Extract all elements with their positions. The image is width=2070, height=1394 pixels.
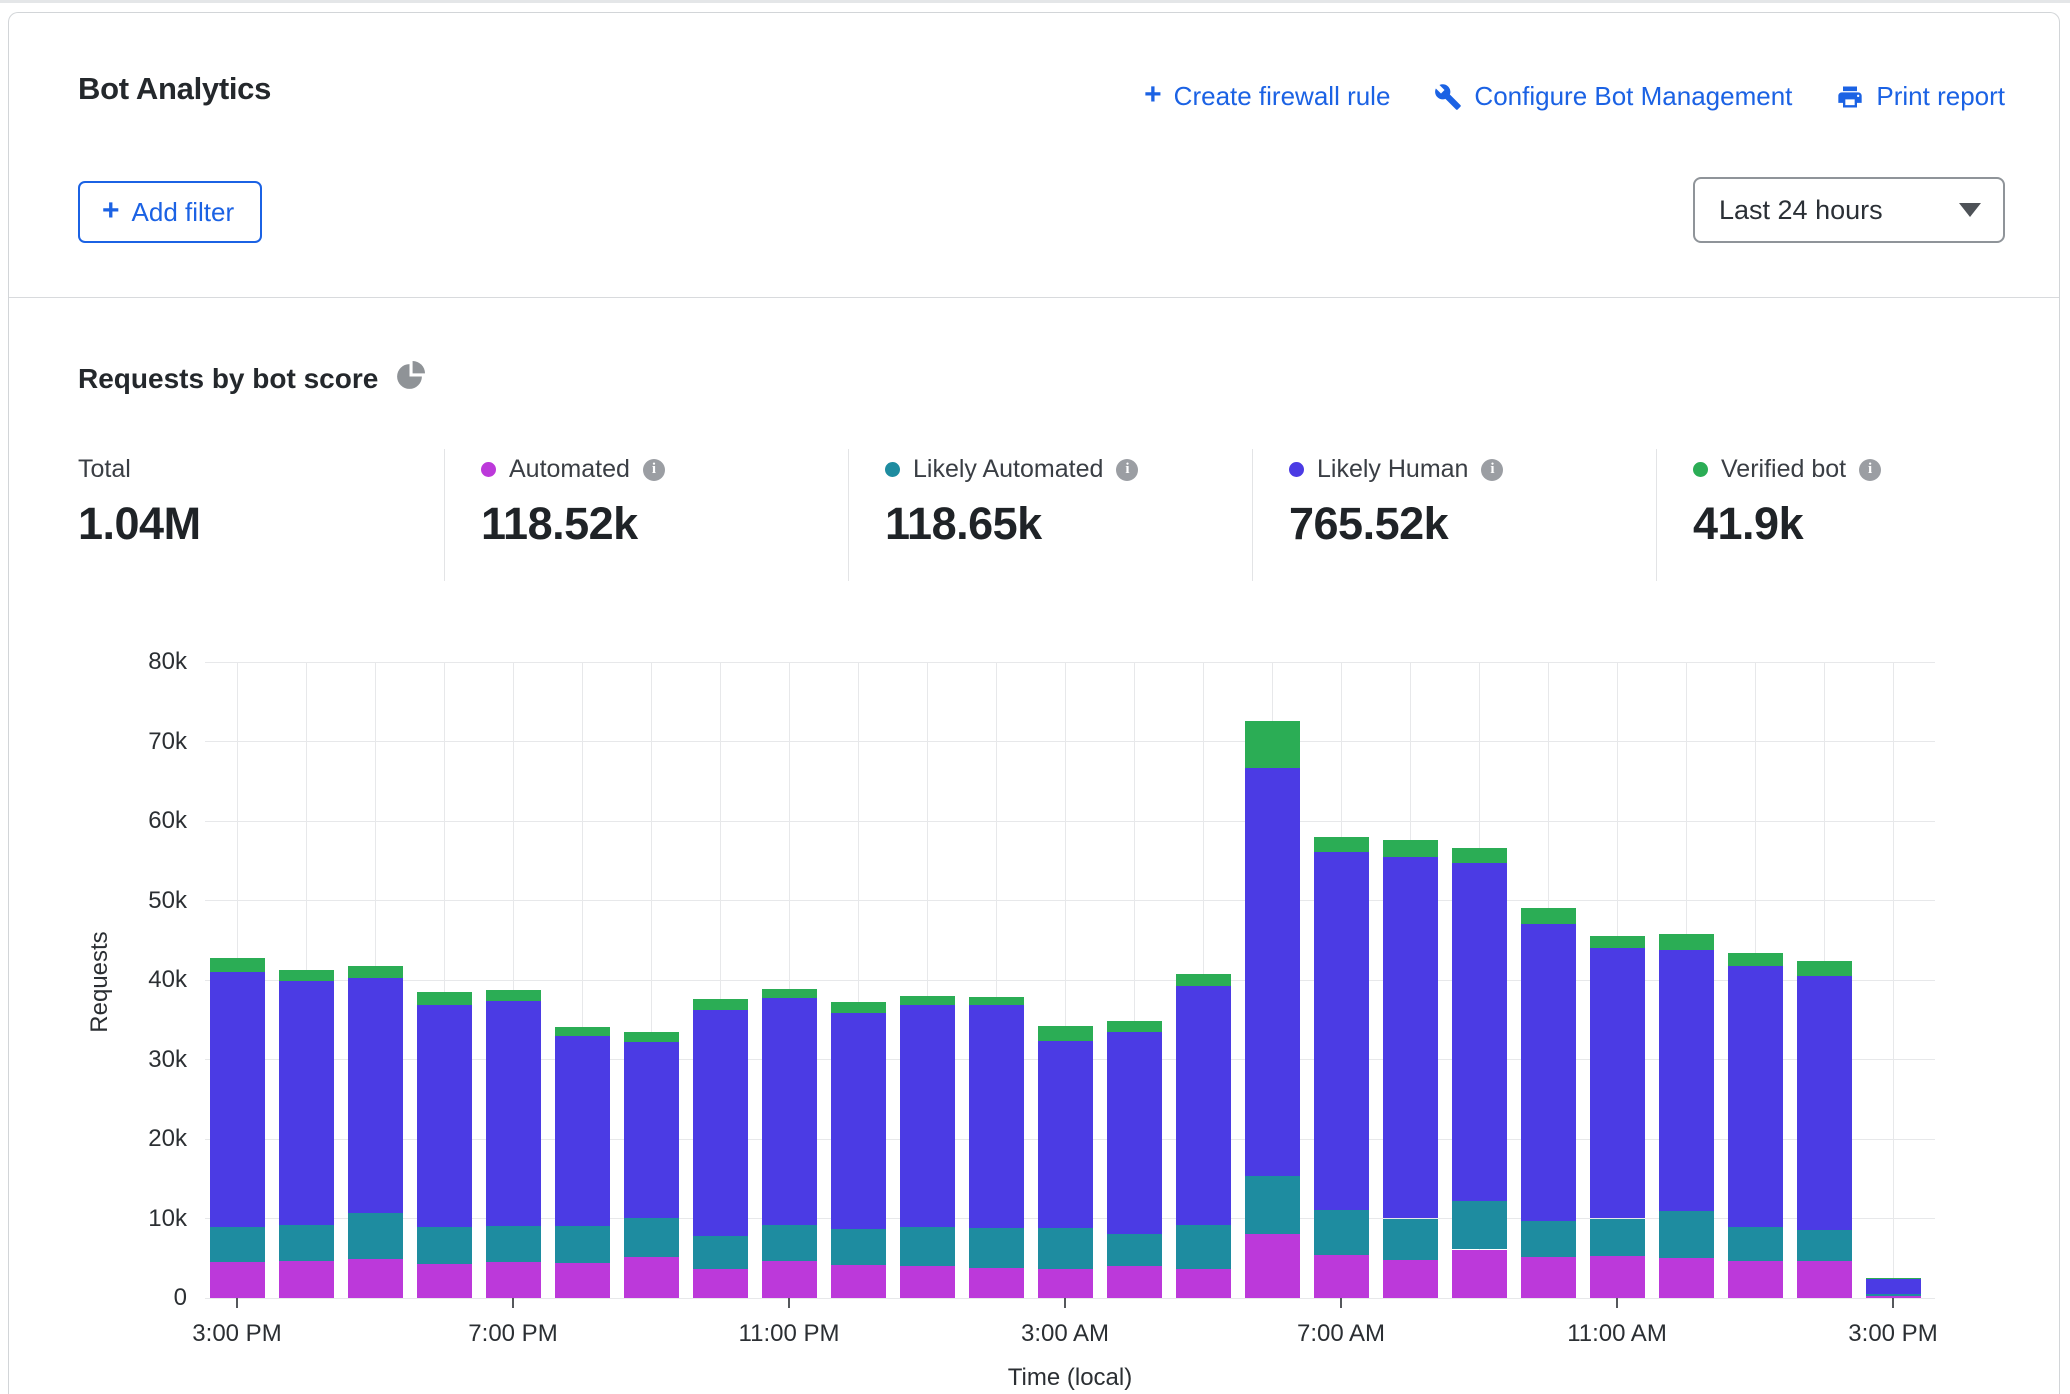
stat-verified-bot-label-row: Verified bot i	[1693, 455, 1881, 484]
stat-automated: Automated i 118.52k	[481, 455, 665, 550]
add-filter-label: Add filter	[132, 197, 235, 228]
stat-separator	[1252, 449, 1253, 581]
page-title: Bot Analytics	[78, 71, 271, 107]
stat-automated-value: 118.52k	[481, 498, 665, 550]
stat-total-label-row: Total	[78, 455, 201, 484]
bot-analytics-card: Bot Analytics + Create firewall rule Confi…	[8, 12, 2060, 1394]
stat-separator	[444, 449, 445, 581]
info-icon[interactable]: i	[643, 459, 665, 481]
stat-total: Total 1.04M	[78, 455, 201, 550]
stat-likely-human-value: 765.52k	[1289, 498, 1503, 550]
stat-likely-automated-label: Likely Automated	[913, 455, 1103, 484]
stat-likely-automated-label-row: Likely Automated i	[885, 455, 1138, 484]
time-range-value: Last 24 hours	[1719, 195, 1883, 226]
action-create-firewall-rule[interactable]: + Create firewall rule	[1144, 81, 1390, 112]
stat-likely-automated: Likely Automated i 118.65k	[885, 455, 1138, 550]
page-top-divider	[0, 0, 2070, 3]
legend-dot-automated	[481, 462, 496, 477]
stat-automated-label: Automated	[509, 455, 630, 484]
wrench-icon	[1434, 83, 1462, 111]
stat-automated-label-row: Automated i	[481, 455, 665, 484]
legend-dot-likely-human	[1289, 462, 1304, 477]
add-filter-button[interactable]: + Add filter	[78, 181, 262, 243]
stats-row: Total 1.04M Automated i 118.52k Likely Automa…	[9, 449, 2059, 589]
info-icon[interactable]: i	[1859, 459, 1881, 481]
stat-verified-bot-value: 41.9k	[1693, 498, 1881, 550]
time-range-select[interactable]: Last 24 hours	[1693, 177, 2005, 243]
stat-separator	[848, 449, 849, 581]
action-create-firewall-rule-label: Create firewall rule	[1174, 81, 1391, 112]
pie-chart-icon	[394, 361, 425, 397]
stat-likely-human-label-row: Likely Human i	[1289, 455, 1503, 484]
header-actions: + Create firewall rule Configure Bot Manag…	[1144, 81, 2005, 112]
stat-verified-bot-label: Verified bot	[1721, 455, 1846, 484]
stat-separator	[1656, 449, 1657, 581]
card-header: Bot Analytics + Create firewall rule Confi…	[9, 13, 2059, 298]
action-print-report-label: Print report	[1876, 81, 2005, 112]
action-configure-bot-management[interactable]: Configure Bot Management	[1434, 81, 1792, 112]
printer-icon	[1836, 83, 1864, 111]
action-print-report[interactable]: Print report	[1836, 81, 2005, 112]
section-title: Requests by bot score	[78, 363, 378, 395]
stat-likely-human: Likely Human i 765.52k	[1289, 455, 1503, 550]
stat-likely-human-label: Likely Human	[1317, 455, 1468, 484]
chevron-down-icon	[1959, 203, 1981, 217]
plus-icon: +	[1144, 81, 1162, 112]
stat-total-label: Total	[78, 455, 131, 484]
plus-icon: +	[102, 196, 120, 226]
info-icon[interactable]: i	[1116, 459, 1138, 481]
section-title-row: Requests by bot score	[78, 361, 425, 397]
legend-dot-likely-automated	[885, 462, 900, 477]
action-configure-bot-management-label: Configure Bot Management	[1474, 81, 1792, 112]
stat-total-value: 1.04M	[78, 498, 201, 550]
info-icon[interactable]: i	[1481, 459, 1503, 481]
stat-likely-automated-value: 118.65k	[885, 498, 1138, 550]
stat-verified-bot: Verified bot i 41.9k	[1693, 455, 1881, 550]
legend-dot-verified-bot	[1693, 462, 1708, 477]
